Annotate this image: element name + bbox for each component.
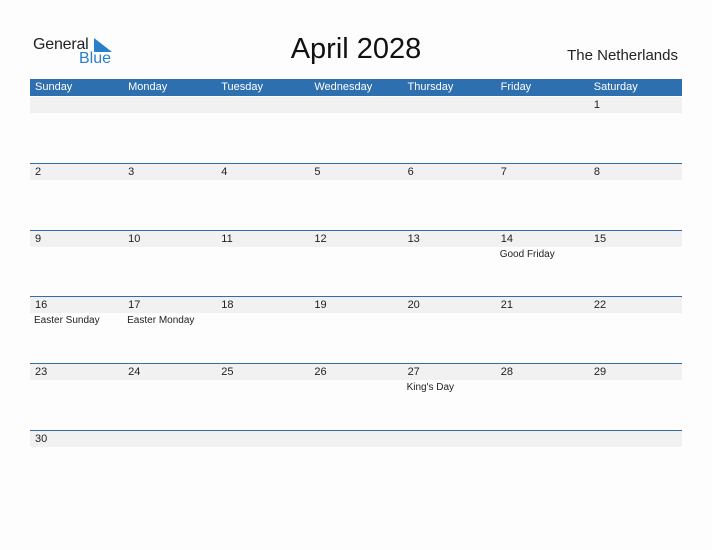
day-cell: 18 xyxy=(216,297,309,363)
day-cell xyxy=(496,431,589,497)
week-row: 9 10 11 12 13 14 Good Friday 15 xyxy=(30,230,682,297)
day-cell: 12 xyxy=(309,231,402,297)
weekday-thursday: Thursday xyxy=(407,81,454,93)
day-cell: 22 xyxy=(589,297,682,363)
day-number: 18 xyxy=(221,299,234,311)
day-number: 19 xyxy=(314,299,327,311)
day-number: 4 xyxy=(221,166,228,178)
day-cell: 14 Good Friday xyxy=(496,231,589,297)
day-cell: 29 xyxy=(589,364,682,430)
day-number: 1 xyxy=(593,99,600,111)
day-cell: 21 xyxy=(496,297,589,363)
day-cell: 30 xyxy=(30,431,123,497)
week-row: 23 24 25 26 27 King's Day 28 29 xyxy=(30,363,682,430)
day-cell: 20 xyxy=(403,297,496,363)
day-number: 24 xyxy=(128,366,141,378)
day-cell xyxy=(309,97,402,163)
weekday-monday: Monday xyxy=(128,81,168,93)
day-cell: 7 xyxy=(496,164,589,230)
day-number: 17 xyxy=(128,299,141,311)
day-number: 13 xyxy=(407,233,420,245)
day-number: 12 xyxy=(314,233,327,245)
day-cell: 3 xyxy=(123,164,216,230)
day-cell: 24 xyxy=(123,364,216,430)
day-cell: 15 xyxy=(589,231,682,297)
day-cell: 13 xyxy=(403,231,496,297)
day-number: 28 xyxy=(500,366,513,378)
day-number: 9 xyxy=(35,233,42,245)
country-label: The Netherlands xyxy=(567,47,678,64)
week-row: 16 Easter Sunday 17 Easter Monday 18 19 20 21 22 xyxy=(30,296,682,363)
day-cell: 16 Easter Sunday xyxy=(30,297,123,363)
day-number: 3 xyxy=(128,166,135,178)
day-cell xyxy=(123,431,216,497)
day-number: 23 xyxy=(35,366,48,378)
day-number: 22 xyxy=(593,299,607,311)
holiday-label: Easter Sunday xyxy=(34,315,100,326)
day-cell xyxy=(123,97,216,163)
day-number: 30 xyxy=(35,433,48,445)
day-cell: 9 xyxy=(30,231,123,297)
day-cell: 10 xyxy=(123,231,216,297)
holiday-label: Good Friday xyxy=(499,249,555,260)
day-cell: 23 xyxy=(30,364,123,430)
day-cell: 19 xyxy=(309,297,402,363)
day-number: 2 xyxy=(35,166,42,178)
weekday-header: Sunday Monday Tuesday Wednesday Thursday… xyxy=(30,79,682,96)
day-cell: 8 xyxy=(589,164,682,230)
day-cell: 27 King's Day xyxy=(403,364,496,430)
weekday-wednesday: Wednesday xyxy=(314,81,373,93)
day-number: 11 xyxy=(221,233,233,245)
weekday-tuesday: Tuesday xyxy=(221,81,264,93)
holiday-label: King's Day xyxy=(406,382,455,393)
day-number: 8 xyxy=(593,166,600,178)
day-cell: 28 xyxy=(496,364,589,430)
day-number: 5 xyxy=(314,166,321,178)
day-number: 21 xyxy=(500,299,513,311)
day-cell xyxy=(309,431,402,497)
day-number: 15 xyxy=(593,233,607,245)
day-cell: 4 xyxy=(216,164,309,230)
holiday-label: Easter Monday xyxy=(127,315,195,326)
day-cell xyxy=(403,431,496,497)
weekday-saturday: Saturday xyxy=(593,81,638,93)
day-number: 27 xyxy=(407,366,420,378)
weekday-sunday: Sunday xyxy=(35,81,73,93)
week-row: 30 xyxy=(30,430,682,497)
day-cell: 1 xyxy=(589,97,682,163)
week-row: 2 3 4 5 6 7 8 xyxy=(30,163,682,230)
day-cell: 5 xyxy=(309,164,402,230)
day-cell: 11 xyxy=(216,231,309,297)
day-number: 20 xyxy=(407,299,420,311)
day-cell xyxy=(216,431,309,497)
day-number: 29 xyxy=(593,366,607,378)
day-cell xyxy=(30,97,123,163)
week-row: 1 xyxy=(30,97,682,163)
day-number: 6 xyxy=(407,166,414,178)
day-cell xyxy=(496,97,589,163)
day-cell: 17 Easter Monday xyxy=(123,297,216,363)
day-cell: 2 xyxy=(30,164,123,230)
day-number: 25 xyxy=(221,366,234,378)
day-cell: 26 xyxy=(309,364,402,430)
day-cell xyxy=(216,97,309,163)
day-number: 7 xyxy=(500,166,507,178)
day-number: 14 xyxy=(500,233,513,245)
day-number: 16 xyxy=(35,299,48,311)
day-cell xyxy=(589,431,682,497)
day-number: 26 xyxy=(314,366,327,378)
day-cell: 25 xyxy=(216,364,309,430)
day-cell: 6 xyxy=(403,164,496,230)
day-number: 10 xyxy=(128,233,141,245)
day-cell xyxy=(403,97,496,163)
weekday-friday: Friday xyxy=(500,81,532,93)
